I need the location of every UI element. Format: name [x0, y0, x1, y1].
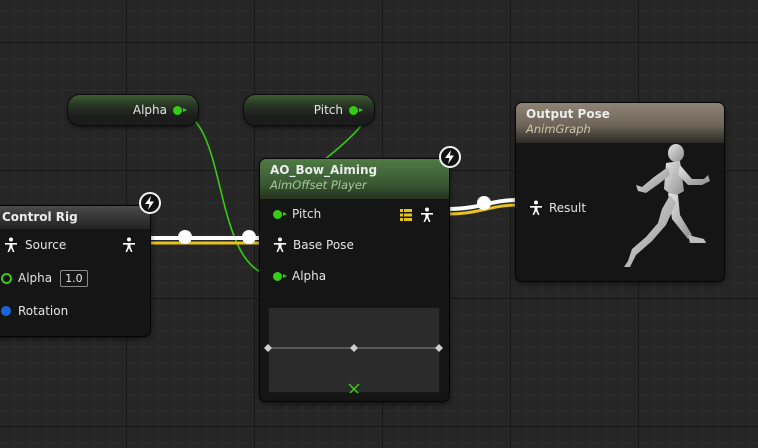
- alpha-value-field[interactable]: 1.0: [60, 269, 88, 287]
- aim-offset-base-pose-label: Base Pose: [293, 238, 354, 252]
- lightning-icon: [439, 146, 461, 168]
- control-rig-alpha-label: Alpha: [18, 271, 53, 285]
- mannequin-icon: [624, 144, 710, 267]
- output-pose-header: Output Pose AnimGraph: [516, 103, 724, 143]
- pose-figure-icon[interactable]: [273, 237, 287, 253]
- pitch-output-pin[interactable]: [349, 105, 363, 115]
- pose-figure-icon: [5, 237, 17, 252]
- rotation-input-pin[interactable]: [1, 306, 11, 316]
- alpha-output-pin[interactable]: [173, 105, 187, 115]
- control-rig-rotation-pin-row[interactable]: Rotation: [1, 302, 68, 320]
- alpha-variable-label: Alpha: [132, 103, 167, 117]
- control-rig-header: Control Rig: [0, 206, 150, 229]
- output-pose-subtitle: AnimGraph: [526, 122, 591, 136]
- control-rig-title: Control Rig: [2, 210, 78, 224]
- alpha-input-pin[interactable]: [1, 272, 12, 284]
- blendspace-preview[interactable]: [264, 307, 443, 393]
- base-pose-wire-bubble: [242, 230, 256, 244]
- x-marker-icon: [348, 383, 360, 393]
- aim-offset-header: AO_Bow_Aiming AimOffset Player: [260, 159, 449, 199]
- control-rig-node[interactable]: Control Rig Source Alpha 1.0 Rotation: [0, 206, 150, 336]
- output-pose-node[interactable]: Output Pose AnimGraph Result: [516, 103, 724, 281]
- alpha-variable-node[interactable]: Alpha: [68, 95, 198, 125]
- pitch-variable-label: Pitch: [313, 103, 343, 117]
- aim-offset-player-node[interactable]: AO_Bow_Aiming AimOffset Player Pitch Bas…: [260, 159, 449, 401]
- aim-offset-alpha-pin-row[interactable]: Alpha: [273, 267, 326, 285]
- aim-offset-subtitle: AimOffset Player: [270, 178, 367, 192]
- aim-offset-pitch-label: Pitch: [292, 207, 322, 221]
- alpha-input-pin[interactable]: [273, 271, 287, 281]
- pose-figure-icon[interactable]: [420, 207, 434, 223]
- control-rig-source-pin-row[interactable]: Source: [4, 236, 66, 254]
- pose-figure-icon[interactable]: [529, 200, 543, 216]
- control-rig-rotation-label: Rotation: [18, 304, 69, 318]
- control-rig-alpha-pin-row[interactable]: Alpha 1.0: [1, 269, 88, 287]
- pitch-variable-node[interactable]: Pitch: [244, 95, 374, 125]
- pose-figure-icon[interactable]: [122, 237, 136, 253]
- output-pose-result-pin-row[interactable]: Result: [529, 199, 586, 217]
- aim-offset-base-pose-pin-row[interactable]: Base Pose: [273, 236, 354, 254]
- blendspace-axis: [264, 344, 443, 393]
- control-rig-source-label: Source: [25, 238, 67, 252]
- aim-offset-pitch-pin-row[interactable]: Pitch: [273, 205, 321, 223]
- aim-offset-alpha-label: Alpha: [292, 269, 327, 283]
- result-wire-bubble: [477, 196, 491, 210]
- output-pose-title: Output Pose: [526, 107, 610, 121]
- pitch-input-pin[interactable]: [273, 209, 287, 219]
- grid-list-icon[interactable]: [400, 209, 412, 221]
- lightning-icon: [139, 192, 161, 214]
- output-pose-result-label: Result: [549, 201, 587, 215]
- base-pose-wire-bubble: [178, 230, 192, 244]
- aim-offset-title: AO_Bow_Aiming: [270, 163, 378, 177]
